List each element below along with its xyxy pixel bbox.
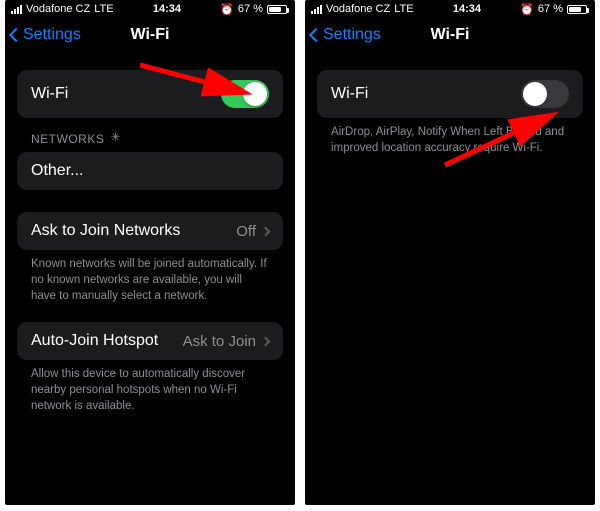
signal-bars-icon	[11, 5, 22, 14]
back-label: Settings	[23, 26, 81, 44]
other-network-cell[interactable]: Other...	[17, 152, 283, 190]
other-label: Other...	[31, 162, 83, 180]
ask-to-join-footer: Known networks will be joined automatica…	[17, 250, 283, 316]
chevron-right-icon	[261, 226, 271, 236]
clock-label: 14:34	[453, 3, 481, 15]
battery-icon	[567, 5, 587, 14]
status-bar: Vodafone CZ LTE 14:34 ⏰ 67 %	[5, 0, 295, 18]
networks-section-label: NETWORKS	[17, 118, 283, 152]
wifi-toggle-cell[interactable]: Wi-Fi	[317, 70, 583, 118]
wifi-label: Wi-Fi	[331, 85, 368, 103]
status-bar: Vodafone CZ LTE 14:34 ⏰ 67 %	[305, 0, 595, 18]
ask-to-join-cell[interactable]: Ask to Join Networks Off	[17, 212, 283, 250]
battery-pct-label: 67 %	[538, 3, 563, 15]
auto-join-hotspot-cell[interactable]: Auto-Join Hotspot Ask to Join	[17, 322, 283, 360]
toggle-knob	[243, 82, 267, 106]
network-type-label: LTE	[394, 3, 413, 15]
auto-join-hotspot-value: Ask to Join	[183, 333, 256, 350]
chevron-right-icon	[261, 336, 271, 346]
toggle-knob	[523, 82, 547, 106]
screenshot-wifi-on: Vodafone CZ LTE 14:34 ⏰ 67 % Settings Wi…	[5, 0, 295, 505]
clock-label: 14:34	[153, 3, 181, 15]
wifi-toggle[interactable]	[521, 80, 569, 108]
battery-pct-label: 67 %	[238, 3, 263, 15]
wifi-off-footer: AirDrop, AirPlay, Notify When Left Behin…	[317, 118, 583, 168]
wifi-toggle-cell[interactable]: Wi-Fi	[17, 70, 283, 118]
chevron-left-icon	[309, 28, 323, 42]
auto-join-hotspot-footer: Allow this device to automatically disco…	[17, 360, 283, 426]
chevron-left-icon	[9, 28, 23, 42]
screenshot-wifi-off: Vodafone CZ LTE 14:34 ⏰ 67 % Settings Wi…	[305, 0, 595, 505]
battery-icon	[267, 5, 287, 14]
back-label: Settings	[323, 26, 381, 44]
back-button[interactable]: Settings	[5, 26, 81, 44]
alarm-icon: ⏰	[520, 3, 534, 16]
ask-to-join-label: Ask to Join Networks	[31, 222, 180, 240]
carrier-label: Vodafone CZ	[326, 3, 390, 15]
network-type-label: LTE	[94, 3, 113, 15]
content-area: Wi-Fi NETWORKS Other... Ask to Join Netw…	[5, 52, 295, 427]
spinner-icon	[110, 133, 122, 145]
signal-bars-icon	[311, 5, 322, 14]
alarm-icon: ⏰	[220, 3, 234, 16]
content-area: Wi-Fi AirDrop, AirPlay, Notify When Left…	[305, 52, 595, 168]
nav-bar: Settings Wi-Fi	[5, 18, 295, 52]
wifi-toggle[interactable]	[221, 80, 269, 108]
nav-bar: Settings Wi-Fi	[305, 18, 595, 52]
ask-to-join-value: Off	[236, 223, 256, 240]
wifi-label: Wi-Fi	[31, 85, 68, 103]
back-button[interactable]: Settings	[305, 26, 381, 44]
carrier-label: Vodafone CZ	[26, 3, 90, 15]
auto-join-hotspot-label: Auto-Join Hotspot	[31, 332, 158, 350]
